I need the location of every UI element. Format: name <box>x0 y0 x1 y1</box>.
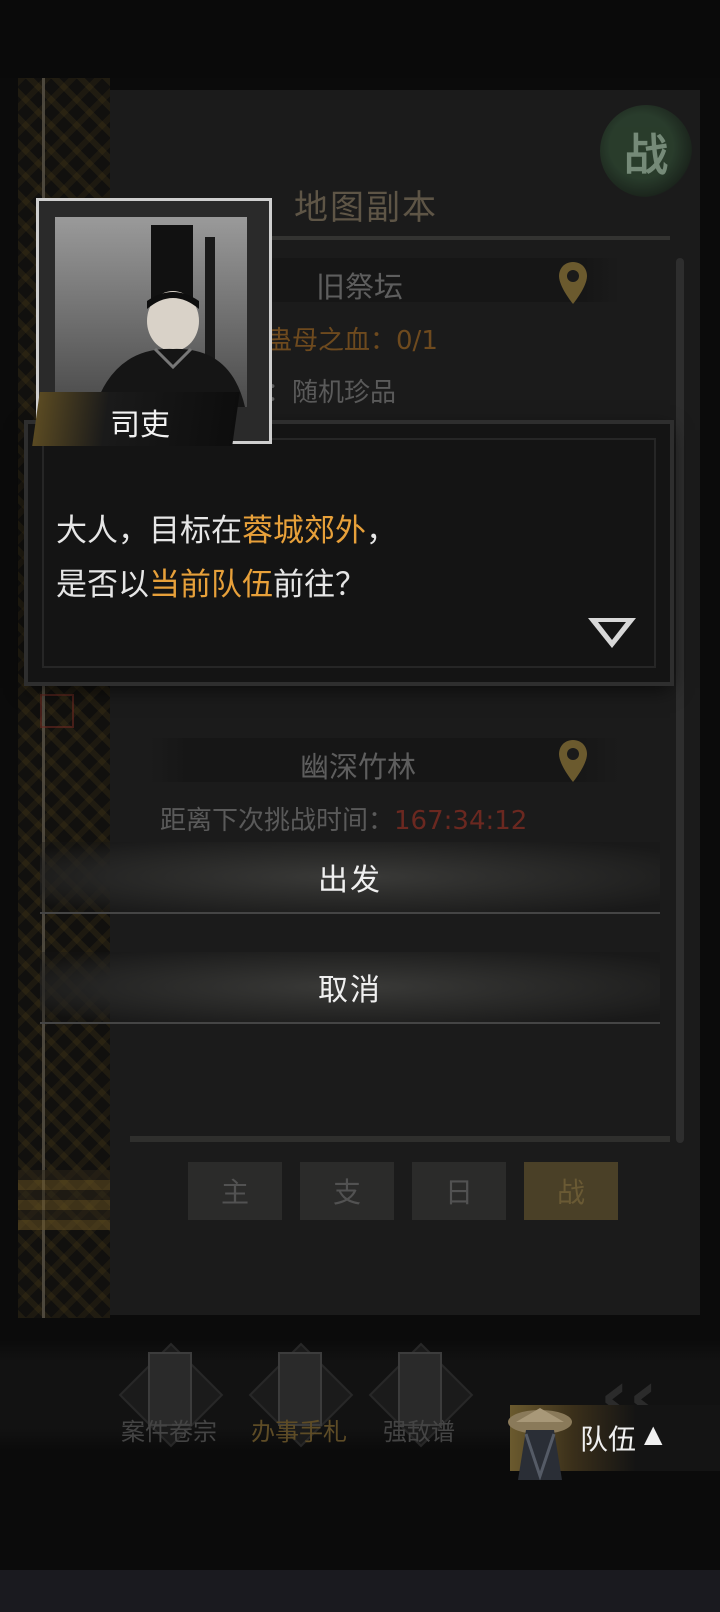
requirement-count: ：0/1 <box>370 326 438 356</box>
status-bar <box>0 0 720 78</box>
dialog-next-arrow-icon[interactable] <box>588 618 636 648</box>
cooldown-label: 距离下次挑战时间： <box>160 806 395 836</box>
dialog-text-segment: 是否以 <box>56 567 149 603</box>
tab-battle[interactable]: 战 <box>524 1162 618 1220</box>
tab-daily[interactable]: 日 <box>412 1162 506 1220</box>
requirement-label: 蛊母之血：0/1 <box>266 320 438 357</box>
map-pin-icon[interactable] <box>556 738 590 784</box>
speaker-portrait <box>55 217 247 407</box>
nav-label: 办事手札 <box>251 1418 347 1446</box>
dialog-highlight-team: 当前队伍 <box>149 567 273 603</box>
panel-scrollbar[interactable] <box>676 258 684 1143</box>
depart-button[interactable]: 出发 <box>40 842 660 914</box>
team-label: 队伍 <box>580 1423 637 1456</box>
battle-badge: 战 <box>600 105 692 197</box>
dungeon-name: 幽深竹林 <box>300 750 417 784</box>
requirement-item-name: 蛊母之血 <box>266 326 371 356</box>
dialog-line-1: 大人，目标在蓉城郊外， <box>56 504 397 558</box>
nav-notebook[interactable]: 办事手札 <box>234 1342 364 1448</box>
seal-stamp-icon <box>40 694 74 728</box>
reward-line: ：随机珍品 <box>266 378 397 408</box>
dialog-text-segment: 大人，目标在 <box>56 513 242 549</box>
dialog-text-segment: 前往？ <box>273 567 366 603</box>
cancel-button[interactable]: 取消 <box>40 952 660 1024</box>
panel-bottom-divider <box>130 1136 670 1142</box>
dialog-highlight-location: 蓉城郊外 <box>242 513 366 549</box>
map-pin-icon[interactable] <box>556 260 590 306</box>
title-divider <box>260 236 670 240</box>
official-character-icon <box>95 225 245 407</box>
tab-side[interactable]: 支 <box>300 1162 394 1220</box>
nav-label: 强敌谱 <box>383 1418 455 1446</box>
dialog-line-2: 是否以当前队伍前往？ <box>56 558 397 612</box>
speaker-name: 司吏 <box>110 408 170 443</box>
scroll-band-decoration <box>18 1170 110 1230</box>
cooldown-line: 距离下次挑战时间：167:34:12 <box>160 800 527 837</box>
panel-title: 地图副本 <box>294 188 438 228</box>
caret-up-icon: ▲ <box>644 1420 663 1448</box>
dialog-text-segment: ， <box>366 513 397 549</box>
dialog-text: 大人，目标在蓉城郊外， 是否以当前队伍前往？ <box>56 504 397 612</box>
dungeon-name: 旧祭坛 <box>316 270 404 304</box>
straw-hat-character-icon <box>508 1408 572 1480</box>
nav-case-files[interactable]: 案件卷宗 <box>104 1342 234 1448</box>
system-nav-bar <box>0 1570 720 1612</box>
tab-main[interactable]: 主 <box>188 1162 282 1220</box>
nav-label: 案件卷宗 <box>121 1418 217 1446</box>
cooldown-timer: 167:34:12 <box>394 806 528 836</box>
nav-enemy-list[interactable]: 强敌谱 <box>354 1342 484 1448</box>
